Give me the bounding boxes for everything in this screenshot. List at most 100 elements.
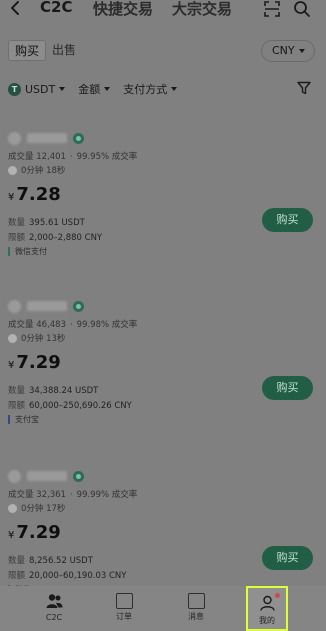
merchant-stats: 成交量 32,361 · 99.99% 成交率 <box>8 490 138 500</box>
nav-orders-label: 订单 <box>116 612 132 621</box>
users-icon <box>46 594 62 608</box>
price-value: 7.29 <box>16 352 61 373</box>
available-quantity: 数量 34,388.24 USDT <box>8 384 98 396</box>
merchant-row[interactable] <box>8 130 84 146</box>
trade-volume: 成交量 32,361 <box>8 490 66 500</box>
nav-messages-label: 消息 <box>188 612 204 621</box>
payment-method-filter-label: 支付方式 <box>123 83 168 96</box>
payment-method-tag: 支付宝 <box>8 415 39 424</box>
usdt-coin-icon: T <box>8 82 21 96</box>
buy-button[interactable]: 购买 <box>262 376 313 400</box>
payment-method-filter[interactable]: 支付方式 <box>123 81 178 97</box>
chevron-down-icon <box>59 87 66 91</box>
release-time-value: 0分钟 17秒 <box>21 504 66 514</box>
order-limit: 限额 60,000–250,690.26 CNY <box>8 399 132 411</box>
avg-release-time: 0分钟 13秒 <box>8 332 65 344</box>
buy-sell-toggle: 购买 出售 <box>8 40 82 61</box>
bottom-tab-bar: C2C 订单 消息 我的 <box>0 586 326 631</box>
limit-label: 限额 <box>8 571 26 581</box>
back-arrow-icon[interactable] <box>9 0 23 16</box>
available-quantity: 数量 395.61 USDT <box>8 216 85 228</box>
verified-badge-icon <box>73 132 84 144</box>
merchant-name-blurred <box>27 301 67 311</box>
top-nav: C2C 快捷交易 大宗交易 <box>0 0 326 22</box>
offer-card: 成交量 12,401 · 99.95% 成交率 0分钟 18秒 ¥7.28 数量 39… <box>8 130 318 290</box>
nav-mine[interactable]: 我的 <box>246 586 288 631</box>
quantity-label: 数量 <box>8 218 26 228</box>
buy-button[interactable]: 购买 <box>262 546 313 570</box>
release-time-value: 0分钟 13秒 <box>21 334 66 344</box>
currency-value: CNY <box>272 44 295 57</box>
notification-dot <box>275 593 280 598</box>
trade-volume: 成交量 46,483 <box>8 320 66 330</box>
merchant-stats: 成交量 12,401 · 99.95% 成交率 <box>8 152 138 162</box>
limit-label: 限额 <box>8 233 26 243</box>
merchant-stats: 成交量 46,483 · 99.98% 成交率 <box>8 320 138 330</box>
user-profile-icon <box>259 595 275 611</box>
unit-price: ¥7.29 <box>8 522 61 543</box>
amount-filter[interactable]: 金额 <box>78 81 111 97</box>
nav-messages[interactable]: 消息 <box>171 586 221 631</box>
tab-c2c[interactable]: C2C <box>40 0 72 16</box>
order-limit: 限额 2,000–2,880 CNY <box>8 231 102 243</box>
tab-quick-trade[interactable]: 快捷交易 <box>93 0 153 19</box>
merchant-row[interactable] <box>8 468 84 484</box>
buy-tab[interactable]: 购买 <box>8 40 47 61</box>
price-value: 7.29 <box>16 522 61 543</box>
scan-icon[interactable] <box>264 1 280 17</box>
unit-price: ¥7.29 <box>8 352 61 373</box>
avg-release-time: 0分钟 17秒 <box>8 502 65 514</box>
clock-icon <box>8 503 17 513</box>
quantity-label: 数量 <box>8 556 26 566</box>
limit-label: 限额 <box>8 401 26 411</box>
currency-selector[interactable]: CNY <box>261 40 315 62</box>
screen: C2C 快捷交易 大宗交易 购买 出售 CNY T USDT 金额 支付方式 成… <box>0 0 326 631</box>
chevron-down-icon <box>298 49 305 53</box>
limit-value: 2,000–2,880 CNY <box>29 233 103 243</box>
filter-funnel-icon[interactable] <box>297 81 311 95</box>
merchant-avatar <box>8 131 21 145</box>
currency-symbol: ¥ <box>8 192 15 203</box>
unit-price: ¥7.28 <box>8 184 61 205</box>
verified-badge-icon <box>73 470 84 482</box>
amount-filter-label: 金额 <box>78 83 101 96</box>
merchant-avatar <box>8 299 21 313</box>
merchant-row[interactable] <box>8 298 84 314</box>
clock-icon <box>8 333 17 343</box>
nav-c2c[interactable]: C2C <box>29 586 79 631</box>
completion-rate: 99.99% 成交率 <box>76 490 138 500</box>
coin-filter-label: USDT <box>25 82 56 96</box>
messages-icon <box>187 593 205 609</box>
completion-rate: 99.95% 成交率 <box>76 152 138 162</box>
price-value: 7.28 <box>16 184 61 205</box>
nav-orders[interactable]: 订单 <box>99 586 149 631</box>
currency-symbol: ¥ <box>8 530 15 541</box>
coin-filter[interactable]: T USDT <box>8 82 66 96</box>
chevron-down-icon <box>104 87 111 91</box>
tab-bulk-trade[interactable]: 大宗交易 <box>172 0 232 19</box>
merchant-name-blurred <box>27 471 67 481</box>
chevron-down-icon <box>171 87 178 91</box>
clock-icon <box>8 165 17 175</box>
limit-value: 20,000–60,190.03 CNY <box>29 571 127 581</box>
search-icon[interactable] <box>293 0 311 18</box>
orders-icon <box>115 593 133 609</box>
currency-symbol: ¥ <box>8 360 15 371</box>
payment-method-tag: 微信支付 <box>8 247 47 256</box>
order-limit: 限额 20,000–60,190.03 CNY <box>8 569 126 581</box>
quantity-value: 34,388.24 USDT <box>29 386 99 396</box>
quantity-value: 8,256.52 USDT <box>29 556 93 566</box>
quantity-label: 数量 <box>8 386 26 396</box>
nav-mine-label: 我的 <box>259 616 275 625</box>
trade-volume: 成交量 12,401 <box>8 152 66 162</box>
avg-release-time: 0分钟 18秒 <box>8 164 65 176</box>
sell-tab[interactable]: 出售 <box>46 40 82 61</box>
merchant-avatar <box>8 469 21 483</box>
buy-button[interactable]: 购买 <box>262 208 313 232</box>
filter-bar: T USDT 金额 支付方式 <box>8 81 190 97</box>
release-time-value: 0分钟 18秒 <box>21 166 66 176</box>
merchant-name-blurred <box>27 133 67 143</box>
nav-c2c-label: C2C <box>45 613 63 622</box>
completion-rate: 99.98% 成交率 <box>76 320 138 330</box>
offer-card: 成交量 46,483 · 99.98% 成交率 0分钟 13秒 ¥7.29 数量 34… <box>8 298 318 458</box>
